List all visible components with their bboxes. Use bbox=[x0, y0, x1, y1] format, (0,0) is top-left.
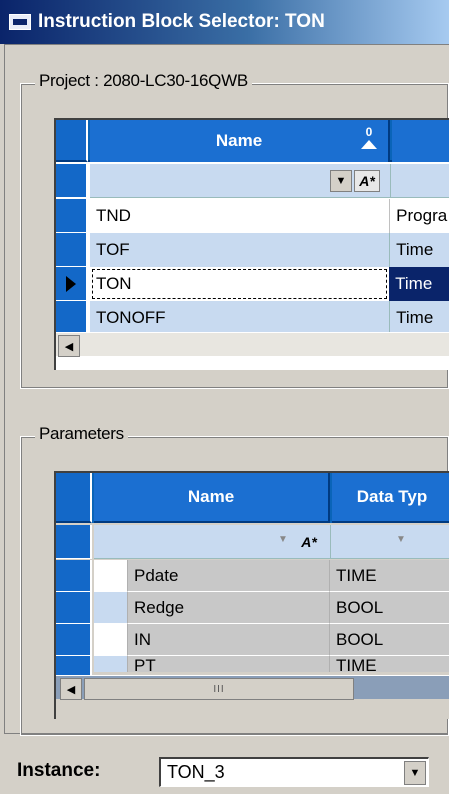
chevron-down-icon[interactable]: ▼ bbox=[396, 534, 406, 545]
row-selector[interactable] bbox=[56, 560, 92, 592]
sort-ascending-icon: 0 bbox=[360, 126, 378, 154]
cell-indicator bbox=[94, 656, 128, 672]
filter-icon[interactable]: A* bbox=[296, 531, 322, 553]
scroll-thumb[interactable]: III bbox=[84, 678, 354, 700]
cell-indicator bbox=[94, 592, 128, 624]
cell-name: TND bbox=[96, 206, 131, 225]
parameters-horizontal-scrollbar[interactable]: ◀ III bbox=[56, 675, 449, 700]
cell-name: TOF bbox=[96, 240, 130, 259]
cell-name: TON bbox=[90, 267, 389, 301]
table-row[interactable]: TND Progra bbox=[90, 199, 449, 233]
table-row[interactable]: Pdate TIME bbox=[94, 560, 449, 592]
row-pointer-icon bbox=[66, 275, 76, 292]
cell-category: Time bbox=[389, 233, 449, 267]
parameters-filter-row[interactable]: ▼ A* ▼ bbox=[94, 525, 449, 559]
column-header-category[interactable] bbox=[392, 120, 449, 162]
cell-indicator bbox=[94, 624, 128, 656]
table-row[interactable]: PT TIME bbox=[94, 656, 449, 672]
cell-category: Progra bbox=[389, 199, 449, 233]
row-selector[interactable] bbox=[56, 624, 92, 656]
cell-category: Time bbox=[389, 301, 449, 335]
filter-row-selector bbox=[56, 164, 88, 198]
table-row[interactable]: Redge BOOL bbox=[94, 592, 449, 624]
scroll-thumb-grip: III bbox=[213, 683, 225, 695]
row-selector-current[interactable] bbox=[56, 267, 88, 301]
instruction-block-icon bbox=[9, 14, 31, 30]
cell-category: Time bbox=[389, 267, 449, 301]
cell-param-name: IN bbox=[128, 624, 330, 656]
filter-row[interactable]: ▼ A* bbox=[90, 164, 449, 198]
table-row[interactable]: TOF Time bbox=[90, 233, 449, 267]
row-selector[interactable] bbox=[56, 233, 88, 267]
row-selector[interactable] bbox=[56, 199, 88, 233]
cell-indicator bbox=[94, 560, 128, 592]
filter-row-selector bbox=[56, 525, 92, 559]
column-data-type-label: Data Typ bbox=[356, 487, 428, 506]
scroll-left-icon[interactable]: ◀ bbox=[60, 678, 82, 700]
cell-param-name: Pdate bbox=[128, 560, 330, 592]
window-title: Instruction Block Selector: TON bbox=[38, 11, 325, 32]
table-row-selected[interactable]: TON Time bbox=[90, 267, 449, 301]
parameters-grid[interactable]: Name Data Typ ▼ A* ▼ Pdate TIME Redge BO… bbox=[54, 471, 449, 719]
header-corner bbox=[56, 120, 88, 162]
cell-data-type: BOOL bbox=[330, 624, 449, 656]
filter-icon[interactable]: A* bbox=[354, 170, 380, 192]
chevron-down-icon[interactable]: ▼ bbox=[330, 170, 352, 192]
horizontal-scrollbar[interactable]: ◀ bbox=[56, 332, 449, 357]
column-name-label: Name bbox=[215, 131, 263, 150]
table-row[interactable]: IN BOOL bbox=[94, 624, 449, 656]
cell-name: TONOFF bbox=[96, 308, 166, 327]
chevron-down-icon[interactable]: ▼ bbox=[404, 761, 426, 785]
instance-combobox[interactable]: TON_3 ▼ bbox=[159, 757, 429, 787]
instance-label: Instance: bbox=[17, 760, 101, 781]
project-legend: Project : 2080-LC30-16QWB bbox=[35, 71, 252, 91]
sort-indicator: 0 bbox=[365, 125, 373, 139]
instance-value[interactable]: TON_3 bbox=[167, 762, 225, 783]
row-selector[interactable] bbox=[56, 592, 92, 624]
table-row[interactable]: TONOFF Time bbox=[90, 301, 449, 335]
column-header-param-name[interactable]: Name bbox=[94, 473, 330, 523]
cell-param-name: PT bbox=[128, 656, 330, 672]
parameters-legend: Parameters bbox=[35, 424, 128, 444]
title-bar[interactable]: Instruction Block Selector: TON bbox=[0, 0, 449, 44]
cell-data-type: TIME bbox=[330, 656, 449, 672]
cell-param-name: Redge bbox=[128, 592, 330, 624]
cell-data-type: BOOL bbox=[330, 592, 449, 624]
column-header-data-type[interactable]: Data Typ bbox=[332, 473, 449, 523]
chevron-down-icon[interactable]: ▼ bbox=[278, 534, 288, 545]
scroll-left-icon[interactable]: ◀ bbox=[58, 335, 80, 357]
column-param-name-label: Name bbox=[187, 487, 235, 506]
row-selector[interactable] bbox=[56, 301, 88, 335]
column-header-name[interactable]: Name 0 bbox=[90, 120, 390, 162]
instruction-grid[interactable]: Name 0 ▼ A* TND Progra TOF Time TON Time… bbox=[54, 118, 449, 370]
cell-data-type: TIME bbox=[330, 560, 449, 592]
header-corner bbox=[56, 473, 92, 523]
